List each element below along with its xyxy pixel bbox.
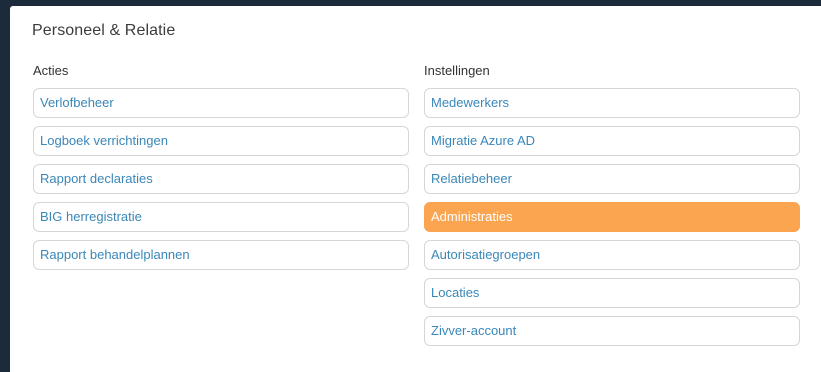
item-autorisatiegroepen[interactable]: Autorisatiegroepen [424,240,800,270]
item-logboek-verrichtingen[interactable]: Logboek verrichtingen [33,126,409,156]
item-locaties[interactable]: Locaties [424,278,800,308]
panel-title: Personeel & Relatie [32,22,176,39]
item-verlofbeheer[interactable]: Verlofbeheer [33,88,409,118]
item-zivver-account[interactable]: Zivver-account [424,316,800,346]
item-rapport-behandelplannen[interactable]: Rapport behandelplannen [33,240,409,270]
acties-heading: Acties [33,63,69,78]
item-administraties[interactable]: Administraties [424,202,800,232]
item-big-herregistratie[interactable]: BIG herregistratie [33,202,409,232]
item-migratie-azure-ad[interactable]: Migratie Azure AD [424,126,800,156]
acties-column: Acties Verlofbeheer Logboek verrichtinge… [33,62,409,278]
item-medewerkers[interactable]: Medewerkers [424,88,800,118]
instellingen-heading: Instellingen [424,63,490,78]
instellingen-column: Instellingen Medewerkers Migratie Azure … [424,62,800,354]
item-relatiebeheer[interactable]: Relatiebeheer [424,164,800,194]
item-rapport-declaraties[interactable]: Rapport declaraties [33,164,409,194]
personeel-relatie-panel: Personeel & Relatie Acties Verlofbeheer … [10,6,821,372]
